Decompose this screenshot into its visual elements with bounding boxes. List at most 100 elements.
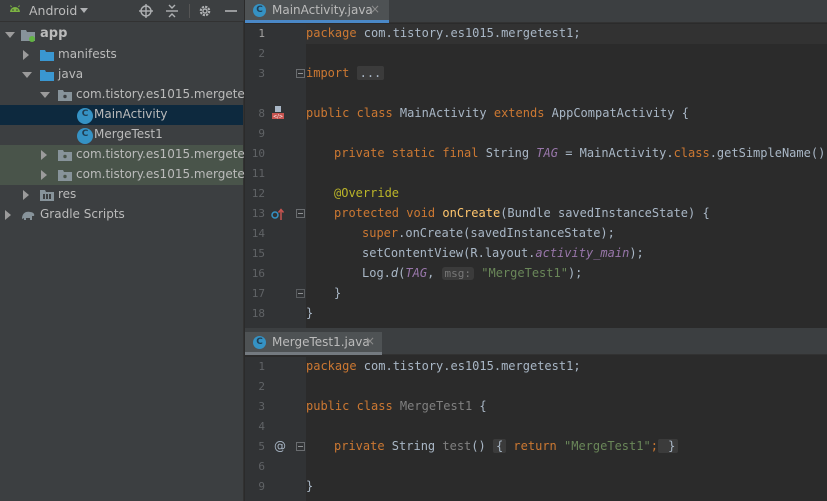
tree-node-label: com.tistory.es1015.mergetest1 (76, 147, 264, 161)
gutter-line: 5 @ (245, 437, 306, 457)
code-text: } (334, 286, 342, 300)
collapsed-arrow-icon[interactable] (23, 50, 29, 60)
locate-file-icon[interactable] (138, 3, 154, 19)
tab-mainactivity[interactable]: C MainActivity.java × (245, 0, 389, 23)
project-view-selector[interactable]: Android (29, 3, 77, 18)
tree-node-res[interactable]: res (0, 185, 243, 205)
gradle-elephant-icon (22, 211, 35, 220)
expanded-arrow-icon[interactable] (22, 72, 32, 78)
line-number: 15 (251, 247, 265, 260)
tree-node-mainactivity[interactable]: C MainActivity (0, 105, 243, 125)
tab-label: MergeTest1.java (272, 335, 370, 349)
gutter-line: 15 (245, 244, 306, 264)
android-icon (10, 5, 20, 12)
gutter-line: 2 (245, 44, 306, 64)
collapsed-arrow-icon[interactable] (23, 190, 29, 200)
line-number: 18 (251, 307, 265, 320)
close-tab-icon[interactable]: × (365, 334, 375, 348)
collapsed-arrow-icon[interactable] (41, 150, 47, 160)
code-line: private String test() { return "MergeTes… (306, 437, 827, 457)
editor-pane-mergetest1: C MergeTest1.java × 1 2 3 4 5 @ 6 9 pack… (245, 332, 827, 501)
tree-node-package-main[interactable]: com.tistory.es1015.mergetest1 (0, 85, 263, 105)
expanded-arrow-icon[interactable] (5, 32, 15, 38)
code-line: public class MergeTest1 { (306, 397, 827, 417)
fold-toggle-icon[interactable] (296, 442, 305, 451)
code-editor[interactable]: package com.tistory.es1015.mergetest1; i… (306, 24, 827, 328)
line-number: 1 (258, 360, 265, 373)
code-text: @Override (334, 186, 400, 200)
gutter-line: 4 (245, 417, 306, 437)
tree-node-mergetest1[interactable]: C MergeTest1 (0, 125, 243, 145)
editor-pane-mainactivity: C MainActivity.java × 1 2 3 8 </> 10 11 … (245, 0, 827, 328)
code-text: super.onCreate(savedInstanceState); (362, 226, 615, 240)
hide-panel-icon[interactable] (223, 3, 239, 19)
tree-node-label: java (58, 67, 84, 81)
tree-node-package-test[interactable]: com.tistory.es1015.mergetest1 (0, 165, 263, 185)
at-sign-icon[interactable]: @ (274, 439, 286, 453)
fold-toggle-icon[interactable] (296, 69, 305, 78)
line-number: 5 (258, 440, 265, 453)
tree-node-label: MainActivity (94, 107, 168, 121)
tree-node-manifests[interactable]: manifests (0, 45, 243, 65)
gutter-line: 10 (245, 144, 306, 164)
code-line: @Override (306, 184, 827, 204)
code-text: public class MainActivity extends AppCom… (306, 106, 689, 120)
code-text: private static final String TAG = MainAc… (334, 146, 827, 160)
collapse-all-icon[interactable] (164, 3, 180, 19)
editor-tab-bar: C MainActivity.java × (245, 0, 827, 23)
gutter-line: 3 (245, 397, 306, 417)
project-tool-window: Android app manifests java com.tistory.e… (0, 0, 263, 501)
collapsed-arrow-icon[interactable] (41, 170, 47, 180)
code-text: package com.tistory.es1015.mergetest1; (306, 359, 581, 373)
code-text: } (306, 306, 314, 320)
activity-layout-icon[interactable]: </> (271, 106, 285, 120)
code-editor[interactable]: package com.tistory.es1015.mergetest1; p… (306, 357, 827, 501)
line-number: 14 (251, 227, 265, 240)
gutter-line: 1 (245, 24, 306, 44)
line-number: 3 (258, 67, 265, 80)
override-method-icon[interactable] (271, 207, 285, 221)
chevron-down-icon[interactable] (80, 8, 88, 13)
collapsed-arrow-icon[interactable] (5, 210, 11, 220)
java-class-icon: C (77, 128, 93, 144)
line-number: 16 (251, 267, 265, 280)
code-line: protected void onCreate(Bundle savedInst… (306, 204, 827, 224)
gutter-line: 2 (245, 377, 306, 397)
tab-label: MainActivity.java (272, 3, 373, 17)
gutter-line: 1 (245, 357, 306, 377)
tab-mergetest1[interactable]: C MergeTest1.java × (245, 332, 382, 355)
code-text: package com.tistory.es1015.mergetest1; (306, 26, 581, 40)
resource-folder-icon (40, 190, 54, 201)
code-line: super.onCreate(savedInstanceState); (306, 224, 827, 244)
code-line: } (306, 304, 827, 324)
gear-icon[interactable] (197, 3, 213, 19)
fold-toggle-icon[interactable] (296, 289, 305, 298)
line-number: 10 (251, 147, 265, 160)
line-number-gutter[interactable]: 1 2 3 8 </> 10 11 9 12 13 14 15 16 17 18 (245, 24, 306, 328)
line-number: 13 (251, 207, 265, 220)
line-number-gutter[interactable]: 1 2 3 4 5 @ 6 9 (245, 357, 306, 501)
code-line: } (306, 284, 827, 304)
line-number: 2 (258, 47, 265, 60)
expanded-arrow-icon[interactable] (40, 92, 50, 98)
line-number: 9 (258, 127, 265, 140)
tree-node-app[interactable]: app (0, 25, 243, 45)
gutter-line: 9 (245, 124, 306, 144)
package-icon (58, 150, 72, 161)
tree-node-gradle-scripts[interactable]: Gradle Scripts (0, 205, 243, 225)
gutter-line: 17 (245, 284, 306, 304)
tree-node-label: res (58, 187, 77, 201)
close-tab-icon[interactable]: × (370, 2, 380, 16)
code-line: private static final String TAG = MainAc… (306, 144, 827, 164)
fold-toggle-icon[interactable] (296, 209, 305, 218)
line-number: 17 (251, 287, 265, 300)
tree-node-java[interactable]: java (0, 65, 243, 85)
line-number: 12 (251, 187, 265, 200)
module-folder-icon (21, 30, 35, 42)
line-number: 2 (258, 380, 265, 393)
gutter-line: 16 (245, 264, 306, 284)
code-line: package com.tistory.es1015.mergetest1; (306, 24, 827, 44)
toolbar-separator (189, 4, 190, 18)
tree-node-package-androidtest[interactable]: com.tistory.es1015.mergetest1 (0, 145, 263, 165)
tree-node-label: app (40, 26, 68, 41)
